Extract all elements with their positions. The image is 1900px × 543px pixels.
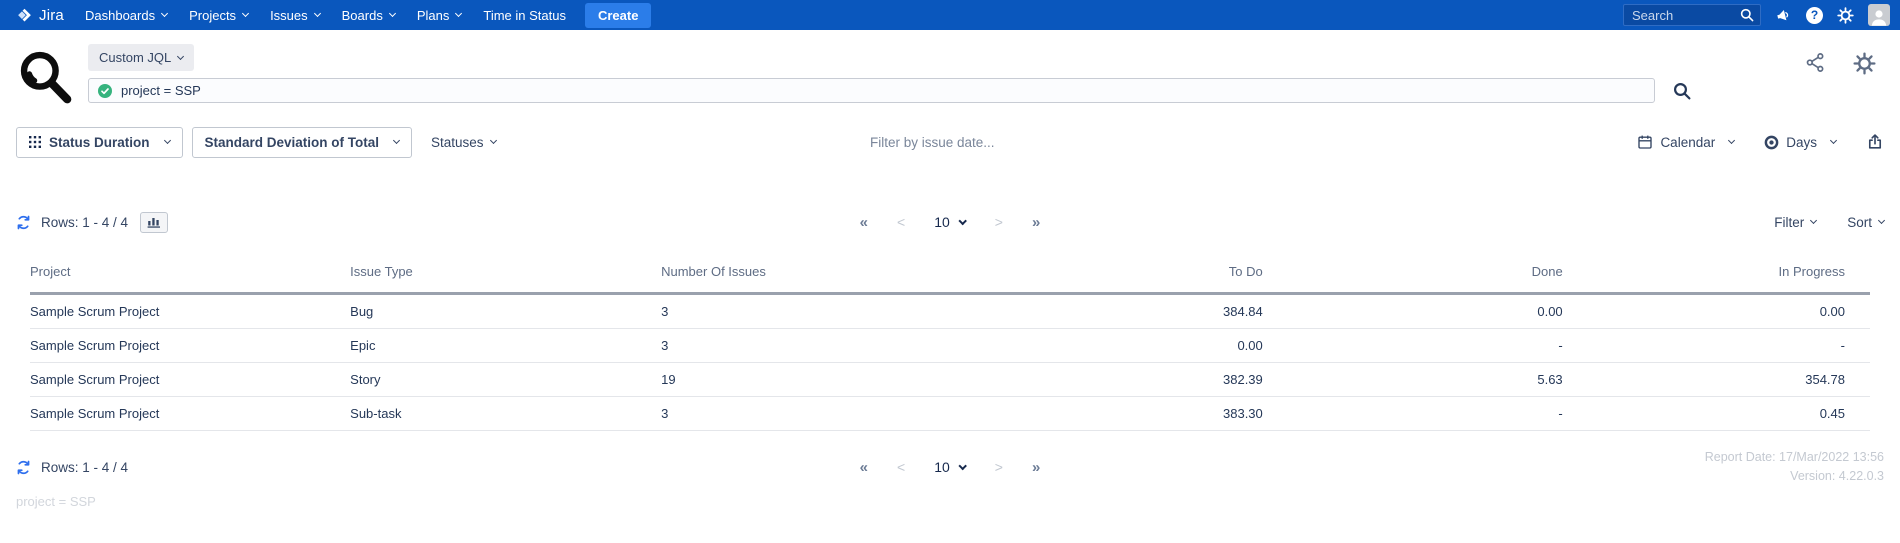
calculation-dropdown[interactable]: Standard Deviation of Total xyxy=(191,126,413,158)
next-page-button[interactable]: > xyxy=(995,459,1003,475)
user-avatar[interactable] xyxy=(1868,4,1890,26)
pagination-top: « < 10 > » xyxy=(860,214,1041,231)
column-header-project[interactable]: Project xyxy=(30,264,351,295)
nav-right-cluster: ? xyxy=(1623,4,1890,26)
chevron-down-icon xyxy=(958,461,968,470)
report-date: Report Date: 17/Mar/2022 13:56 xyxy=(1704,449,1884,464)
search-header-section: Custom JQL project = SSP xyxy=(0,30,1900,104)
person-icon xyxy=(1871,10,1887,26)
chevron-down-icon xyxy=(1810,216,1818,225)
calendar-dropdown[interactable]: Calendar xyxy=(1637,134,1736,150)
sort-dropdown[interactable]: Sort xyxy=(1847,215,1886,230)
column-header-in-progress[interactable]: In Progress xyxy=(1562,264,1870,295)
pagination-bottom: « < 10 > » xyxy=(860,459,1041,476)
first-page-button[interactable]: « xyxy=(860,459,868,476)
page-size-dropdown[interactable]: 10 xyxy=(934,214,968,230)
chart-view-button[interactable] xyxy=(140,211,169,233)
time-unit-dropdown[interactable]: Days xyxy=(1764,135,1838,150)
table-row[interactable]: Sample Scrum Project Story 19 382.39 5.6… xyxy=(30,362,1870,397)
nav-item-dashboards[interactable]: Dashboards xyxy=(74,0,178,30)
report-toolbar: Status Duration Standard Deviation of To… xyxy=(0,126,1900,158)
issue-date-filter-input[interactable]: Filter by issue date... xyxy=(870,135,1030,150)
chevron-down-icon xyxy=(489,136,497,145)
chevron-down-icon xyxy=(388,9,396,18)
chevron-down-icon xyxy=(1877,216,1886,225)
last-page-button[interactable]: » xyxy=(1032,214,1040,231)
search-icon[interactable] xyxy=(1739,7,1755,23)
previous-page-button[interactable]: < xyxy=(897,214,905,230)
chevron-down-icon xyxy=(313,9,321,18)
table-header-row: Project Issue Type Number Of Issues To D… xyxy=(30,264,1870,295)
chevron-down-icon xyxy=(163,136,171,145)
grid-icon xyxy=(29,136,41,148)
jira-home-link[interactable]: Jira xyxy=(10,7,74,24)
top-navigation-bar: Jira Dashboards Projects Issues Boards P… xyxy=(0,0,1900,30)
results-controls-bottom: Rows: 1 - 4 / 4 « < 10 > » Report Date: … xyxy=(0,450,1900,483)
filter-dropdown[interactable]: Filter xyxy=(1774,215,1818,230)
chevron-down-icon xyxy=(1829,136,1838,145)
jql-search-area: Custom JQL project = SSP xyxy=(88,44,1884,103)
status-duration-table: Project Issue Type Number Of Issues To D… xyxy=(0,264,1900,431)
table-row[interactable]: Sample Scrum Project Sub-task 3 383.30 -… xyxy=(30,396,1870,431)
run-search-icon[interactable] xyxy=(1672,81,1692,101)
statuses-dropdown[interactable]: Statuses xyxy=(421,135,506,150)
column-header-issue-type[interactable]: Issue Type xyxy=(350,264,662,295)
gear-icon[interactable] xyxy=(1837,6,1854,24)
export-icon[interactable] xyxy=(1866,133,1884,151)
chevron-down-icon xyxy=(177,52,185,60)
chevron-down-icon xyxy=(242,9,250,18)
chevron-down-icon xyxy=(161,9,169,18)
brand-name: Jira xyxy=(39,6,64,24)
query-mode-dropdown[interactable]: Custom JQL xyxy=(88,44,195,71)
chevron-down-icon xyxy=(958,216,968,225)
header-action-icons xyxy=(1805,52,1876,75)
help-icon[interactable]: ? xyxy=(1806,6,1823,24)
create-button[interactable]: Create xyxy=(584,2,652,28)
results-controls-top: Rows: 1 - 4 / 4 « < 10 > » Filter Sort xyxy=(0,208,1900,236)
nav-item-issues[interactable]: Issues xyxy=(259,0,331,30)
column-header-done[interactable]: Done xyxy=(1262,264,1563,295)
report-version: Version: 4.22.0.3 xyxy=(1790,469,1884,483)
jql-echo-text: project = SSP xyxy=(16,494,96,509)
bar-chart-icon xyxy=(147,218,161,228)
chevron-down-icon xyxy=(1728,136,1736,145)
column-header-to-do[interactable]: To Do xyxy=(961,264,1263,295)
settings-gear-icon[interactable] xyxy=(1853,52,1876,75)
chevron-down-icon xyxy=(455,9,463,18)
global-search xyxy=(1623,4,1761,26)
filter-sort-cluster: Filter Sort xyxy=(1774,215,1886,230)
target-eye-icon xyxy=(1764,135,1779,150)
rows-count-label: Rows: 1 - 4 / 4 xyxy=(41,459,129,475)
refresh-icon[interactable] xyxy=(16,215,31,230)
last-page-button[interactable]: » xyxy=(1032,459,1040,476)
jql-valid-check-icon xyxy=(98,83,112,98)
announcement-icon[interactable] xyxy=(1775,7,1792,24)
report-type-dropdown[interactable]: Status Duration xyxy=(16,126,183,158)
jql-input[interactable]: project = SSP xyxy=(88,78,1655,103)
share-icon[interactable] xyxy=(1805,52,1826,75)
next-page-button[interactable]: > xyxy=(995,214,1003,230)
calendar-icon xyxy=(1637,134,1653,150)
table-row[interactable]: Sample Scrum Project Epic 3 0.00 - - xyxy=(30,328,1870,363)
app-magnifier-logo-icon xyxy=(14,46,76,108)
nav-item-plans[interactable]: Plans xyxy=(406,0,473,30)
column-header-number-of-issues[interactable]: Number Of Issues xyxy=(661,264,962,295)
nav-item-boards[interactable]: Boards xyxy=(331,0,406,30)
jql-value: project = SSP xyxy=(121,83,201,98)
jira-logo-icon xyxy=(16,7,33,24)
previous-page-button[interactable]: < xyxy=(897,459,905,475)
table-row[interactable]: Sample Scrum Project Bug 3 384.84 0.00 0… xyxy=(30,293,1870,329)
toolbar-right-cluster: Calendar Days xyxy=(1637,133,1884,151)
nav-item-time-in-status[interactable]: Time in Status xyxy=(472,0,577,30)
rows-count-label: Rows: 1 - 4 / 4 xyxy=(41,214,129,230)
report-meta: Report Date: 17/Mar/2022 13:56 Version: … xyxy=(1705,448,1884,487)
nav-item-projects[interactable]: Projects xyxy=(178,0,259,30)
first-page-button[interactable]: « xyxy=(860,214,868,231)
refresh-icon[interactable] xyxy=(16,460,31,475)
page-size-dropdown[interactable]: 10 xyxy=(934,459,968,475)
chevron-down-icon xyxy=(392,136,401,145)
